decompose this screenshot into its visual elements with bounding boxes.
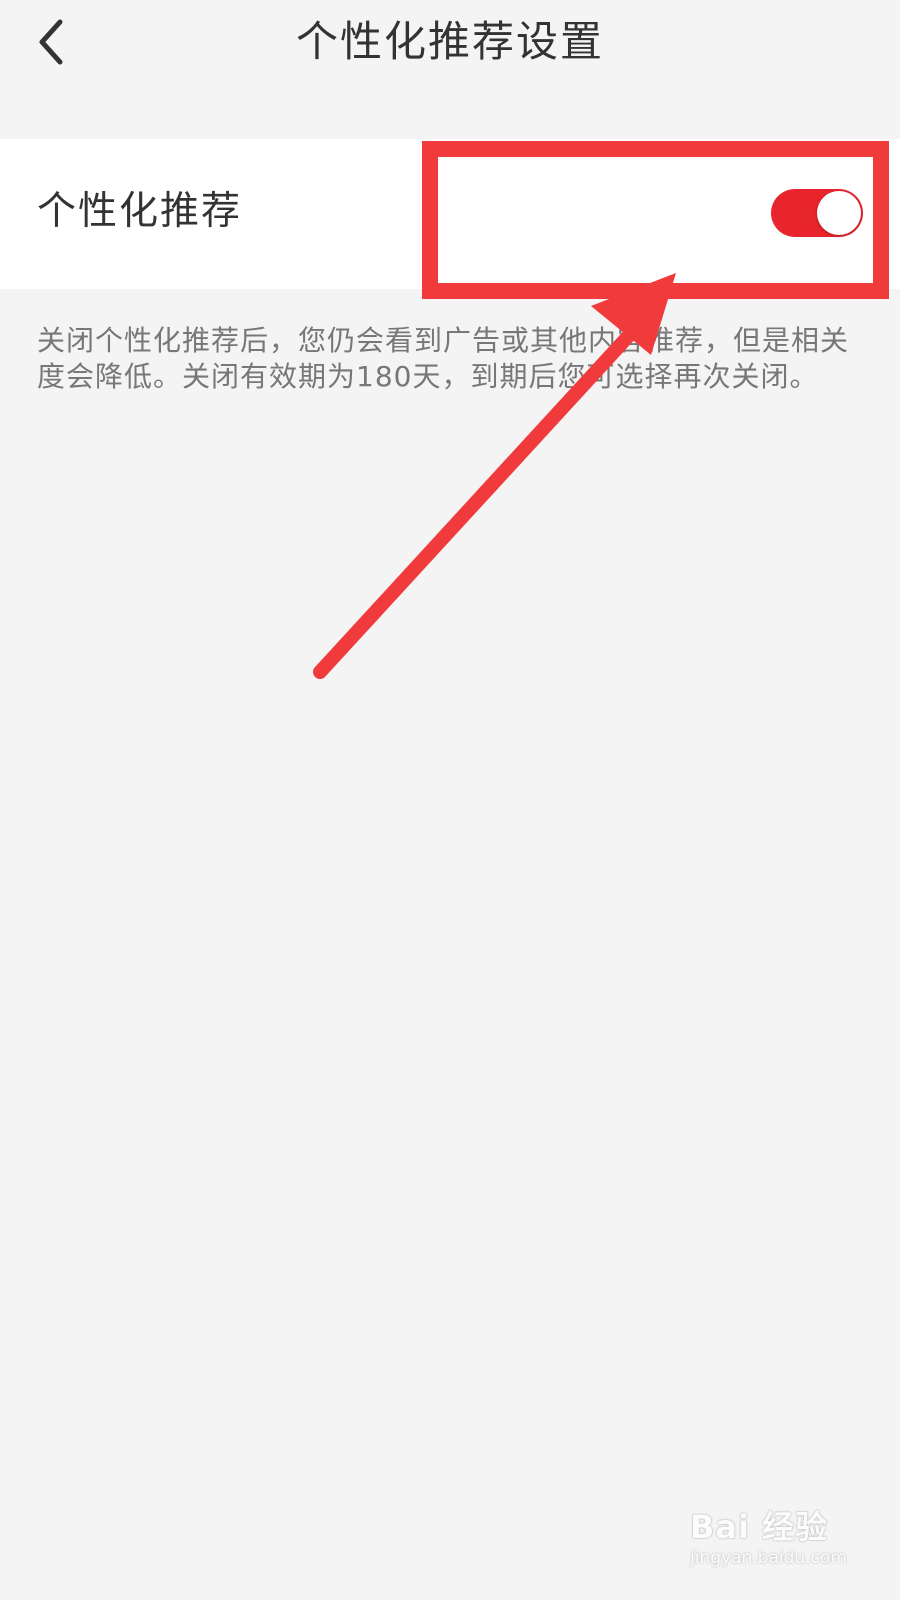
- setting-description: 关闭个性化推荐后，您仍会看到广告或其他内容推荐，但是相关度会降低。关闭有效期为1…: [37, 324, 850, 393]
- setting-label: 个性化推荐: [37, 189, 243, 234]
- watermark: Bai 经验 jingyan.baidu.com: [690, 1502, 870, 1582]
- header-bar: 个性化推荐设置: [0, 0, 900, 88]
- personalized-recommendation-toggle[interactable]: [771, 189, 863, 237]
- setting-row-personalized-recommendation: 个性化推荐: [0, 139, 900, 289]
- page-title: 个性化推荐设置: [295, 17, 604, 66]
- watermark-logo: Bai 经验: [690, 1508, 829, 1546]
- toggle-knob: [817, 191, 861, 235]
- watermark-url: jingyan.baidu.com: [690, 1548, 847, 1568]
